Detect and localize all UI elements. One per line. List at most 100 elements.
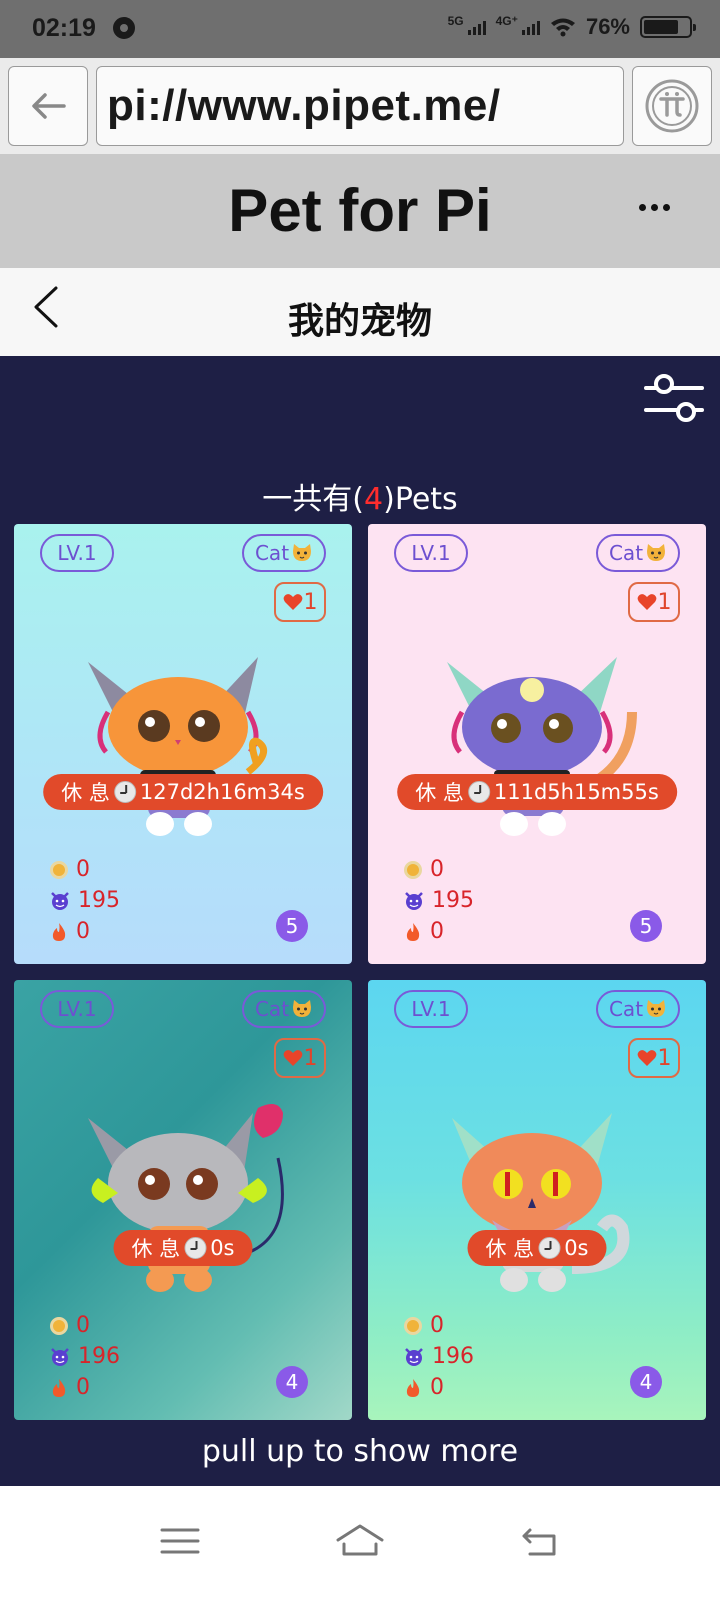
likes-badge[interactable]: 1 [274,582,326,622]
pet-card[interactable]: LV.1 Cat 1 休 息 0s 0 196 0 4 [368,980,706,1420]
pet-type-tag: Cat [596,534,680,572]
clock-icon [184,1237,207,1259]
level-badge: LV.1 [394,534,468,572]
stat-coins: 0 [404,1310,474,1341]
status-time: 02:19 [32,14,96,42]
devil-icon [405,1347,423,1366]
pet-stats: 0 195 0 [404,854,474,947]
pi-browser-button[interactable] [632,66,712,146]
level-badge: LV.1 [394,990,468,1028]
pi-logo-icon [645,79,699,133]
heart-icon [283,1050,302,1066]
pet-cat-image [88,1104,284,1292]
pet-stats: 0 196 0 [50,1310,120,1403]
likes-badge[interactable]: 1 [274,1038,326,1078]
coin-icon [50,1316,68,1335]
stat-power: 195 [404,885,474,916]
pet-type-tag: Cat [596,990,680,1028]
level-badge: LV.1 [40,990,114,1028]
page-title: 我的宠物 [287,301,432,342]
count-badge: 4 [276,1366,308,1398]
pet-type-tag: Cat [242,534,326,572]
coin-icon [50,860,68,879]
network-5g-label: 5G [447,14,464,28]
count-badge: 5 [276,910,308,942]
pet-card[interactable]: LV.1 Cat 1 休 息 127d2h16m34s 0 195 0 5 [14,524,352,964]
heart-icon [637,1050,656,1066]
signal-1-icon [467,19,486,35]
stat-power: 196 [404,1341,474,1372]
devil-icon [51,1347,69,1366]
rest-timer: 休 息 111d5h15m55s [397,774,677,810]
pet-count-summary: 一共有(4)Pets [262,482,458,517]
stat-fire: 0 [404,916,474,947]
heart-icon [283,594,302,610]
devil-icon [405,891,423,910]
coin-icon [404,860,422,879]
stat-coins: 0 [50,854,120,885]
count-badge: 5 [630,910,662,942]
page-header: 我的宠物 [0,268,720,356]
browser-url-bar: pi://www.pipet.me/ [0,58,720,154]
coin-icon [404,1316,422,1335]
pet-cat-image [452,1113,630,1292]
rest-time: 0s [210,1236,235,1260]
notification-app-icon [113,17,135,39]
rest-timer: 休 息 0s [467,1230,607,1266]
system-nav-bar [0,1486,720,1600]
more-options-button[interactable] [639,204,670,211]
pet-stats: 0 195 0 [50,854,120,947]
browser-back-button[interactable] [8,66,88,146]
likes-badge[interactable]: 1 [628,1038,680,1078]
battery-percent: 76% [585,14,630,39]
stat-power: 195 [50,885,120,916]
pet-type-tag: Cat [242,990,326,1028]
count-badge: 4 [630,1366,662,1398]
status-indicators: 5G 4G⁺ 76% [447,14,696,40]
likes-badge[interactable]: 1 [628,582,680,622]
fire-icon [52,922,66,941]
app-title-bar: Pet for Pi [0,154,720,268]
rest-time: 127d2h16m34s [139,780,305,804]
pet-cat-image [447,657,637,836]
wifi-icon [550,18,575,37]
return-icon[interactable] [510,1516,570,1566]
home-icon[interactable] [330,1516,390,1566]
menu-icon[interactable] [150,1516,210,1566]
cat-face-icon [293,1000,312,1017]
pet-card[interactable]: LV.1 Cat 1 休 息 0s 0 196 0 4 [14,980,352,1420]
cat-face-icon [293,544,312,561]
devil-icon [51,891,69,910]
pet-count: 4 [364,482,384,517]
pet-cat-image [88,657,268,836]
stat-fire: 0 [50,1372,120,1403]
rest-time: 111d5h15m55s [493,780,659,804]
heart-icon [637,594,656,610]
network-4g-label: 4G⁺ [495,14,518,28]
pet-stats: 0 196 0 [404,1310,474,1403]
stat-coins: 0 [50,1310,120,1341]
fire-icon [406,922,420,941]
cat-face-icon [647,1000,666,1017]
clock-icon [538,1237,561,1259]
clock-icon [113,781,136,803]
pull-up-hint: pull up to show more [201,1434,519,1469]
stat-power: 196 [50,1341,120,1372]
fire-icon [406,1378,420,1397]
app-title: Pet for Pi [228,177,492,244]
level-badge: LV.1 [40,534,114,572]
cat-face-icon [647,544,666,561]
status-bar: 02:19 5G 4G⁺ 76% [0,0,720,58]
filter-sliders-icon[interactable] [644,374,704,426]
fire-icon [52,1378,66,1397]
stat-fire: 0 [404,1372,474,1403]
stat-coins: 0 [404,854,474,885]
arrow-left-icon [32,93,66,119]
url-field[interactable]: pi://www.pipet.me/ [96,66,624,146]
rest-timer: 休 息 0s [113,1230,253,1266]
rest-timer: 休 息 127d2h16m34s [43,774,323,810]
pet-card[interactable]: LV.1 Cat 1 休 息 111d5h15m55s 0 195 0 5 [368,524,706,964]
signal-2-icon [521,19,540,35]
battery-icon [640,16,696,38]
rest-time: 0s [564,1236,589,1260]
